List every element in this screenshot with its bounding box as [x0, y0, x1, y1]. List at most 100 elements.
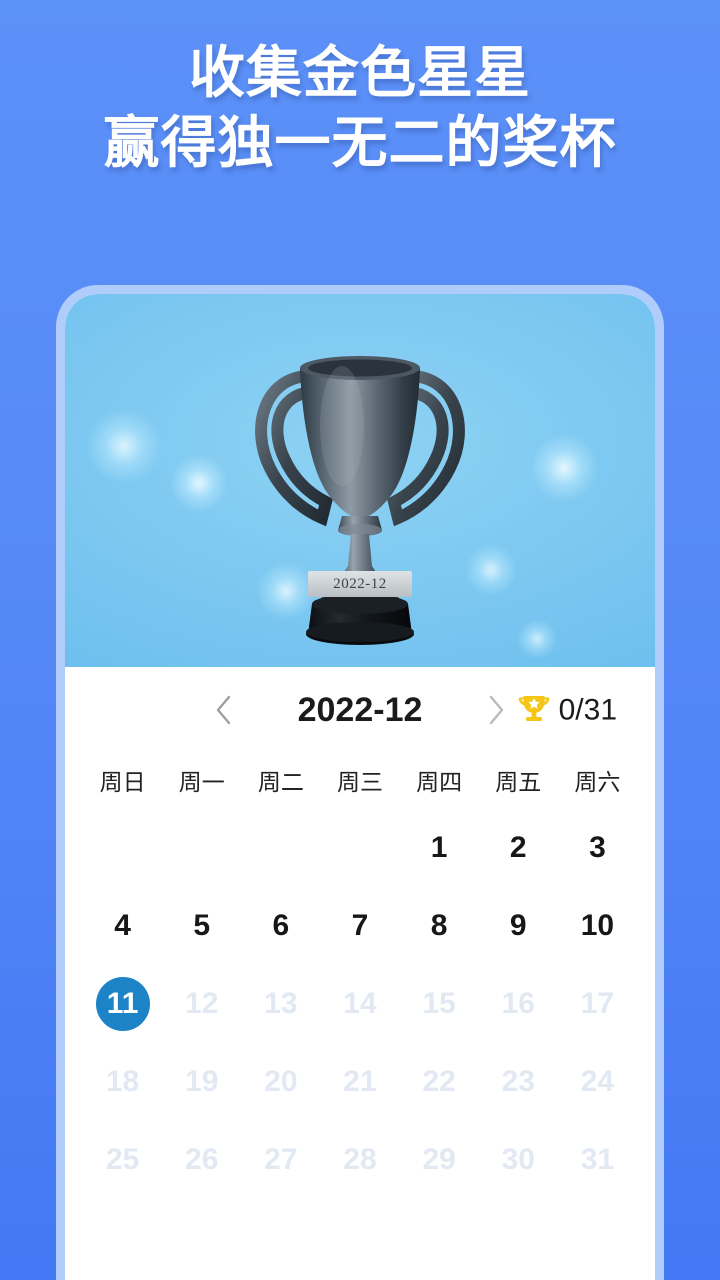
calendar-day-future[interactable]: 23 — [479, 1043, 558, 1121]
calendar-day-future[interactable]: 21 — [320, 1043, 399, 1121]
calendar-day-number: 29 — [422, 1143, 456, 1176]
promo-line-2: 赢得独一无二的奖杯 — [103, 111, 617, 174]
calendar-day-number: 11 — [95, 977, 150, 1031]
calendar-day-number: 31 — [580, 1143, 615, 1176]
calendar-day-number — [333, 821, 387, 875]
calendar-day-number: 26 — [185, 1143, 219, 1176]
calendar-day-number: 23 — [501, 1065, 535, 1098]
calendar-day-cell[interactable]: 8 — [400, 887, 479, 965]
calendar-day-number — [254, 821, 308, 875]
trophy-star-icon — [517, 691, 551, 730]
calendar-day-future[interactable]: 22 — [400, 1043, 479, 1121]
calendar-day-cell[interactable]: 5 — [162, 887, 241, 965]
calendar-header: 2022-12 0/31 — [65, 667, 655, 753]
calendar-day-number: 9 — [509, 909, 527, 942]
calendar-week-row: 4 5 6 7 8 9 10 — [65, 887, 655, 965]
bokeh-light-icon — [170, 454, 228, 512]
calendar-day-number: 13 — [264, 987, 298, 1020]
calendar-day-number: 3 — [589, 831, 606, 864]
calendar-day-number: 28 — [343, 1143, 377, 1176]
star-score-text: 0/31 — [558, 693, 617, 726]
weekday-label: 周一 — [178, 769, 225, 795]
calendar-day-number: 18 — [105, 1065, 140, 1098]
calendar-day-number: 25 — [105, 1143, 140, 1176]
calendar-day-number: 16 — [501, 987, 535, 1020]
weekday-label: 周四 — [416, 769, 463, 795]
calendar-day-cell[interactable]: 1 — [400, 809, 479, 887]
calendar-week-row: 11 12 13 14 15 16 17 — [65, 965, 655, 1043]
calendar-day-number: 2 — [509, 831, 527, 864]
calendar-day-future[interactable]: 24 — [558, 1043, 637, 1121]
calendar-day-future[interactable]: 16 — [479, 965, 558, 1043]
calendar-day-number: 15 — [422, 987, 456, 1020]
calendar-day-number — [96, 821, 150, 875]
calendar-day-number: 6 — [272, 909, 290, 942]
calendar-day-future[interactable]: 31 — [558, 1121, 637, 1199]
calendar-card: 2022-12 0/31 周日 周一 周二 周三 周四 周五 周六 1 2 3 … — [65, 667, 655, 1209]
weekday-label: 周二 — [257, 769, 304, 795]
calendar-grid: 1 2 3 4 5 6 7 8 9 10 11 12 13 14 15 16 17 18 19 20 21 22 23 24 2… — [65, 809, 655, 1199]
calendar-day-number: 14 — [343, 987, 377, 1020]
promo-headline: 收集金色星星 赢得独一无二的奖杯 — [0, 38, 720, 178]
calendar-day-future[interactable]: 27 — [241, 1121, 320, 1199]
calendar-empty-cell — [162, 809, 241, 887]
calendar-day-future[interactable]: 29 — [400, 1121, 479, 1199]
calendar-day-cell[interactable]: 7 — [320, 887, 399, 965]
calendar-day-today[interactable]: 11 — [83, 965, 162, 1043]
calendar-week-row: 25 26 27 28 29 30 31 — [65, 1121, 655, 1199]
weekday-label: 周六 — [574, 769, 621, 795]
calendar-day-future[interactable]: 26 — [162, 1121, 241, 1199]
next-month-button[interactable] — [479, 693, 513, 727]
trophy-plaque-label: 2022-12 — [308, 570, 412, 597]
star-score[interactable]: 0/31 — [517, 691, 617, 730]
calendar-day-number — [175, 821, 229, 875]
phone-screen: 2022-12 2022-12 0/31 周日 周一 周二 周三 周四 周五 周… — [65, 294, 655, 1280]
calendar-day-future[interactable]: 19 — [162, 1043, 241, 1121]
calendar-day-number: 20 — [264, 1065, 298, 1098]
chevron-right-icon — [485, 693, 507, 727]
weekday-header-row: 周日 周一 周二 周三 周四 周五 周六 — [65, 759, 655, 805]
calendar-week-row: 1 2 3 — [65, 809, 655, 887]
calendar-day-cell[interactable]: 9 — [479, 887, 558, 965]
promo-line-1: 收集金色星星 — [189, 41, 531, 104]
calendar-day-cell[interactable]: 4 — [83, 887, 162, 965]
calendar-day-future[interactable]: 13 — [241, 965, 320, 1043]
calendar-day-cell[interactable]: 2 — [479, 809, 558, 887]
calendar-day-future[interactable]: 12 — [162, 965, 241, 1043]
calendar-empty-cell — [241, 809, 320, 887]
calendar-week-row: 18 19 20 21 22 23 24 — [65, 1043, 655, 1121]
calendar-day-future[interactable]: 17 — [558, 965, 637, 1043]
current-month-label: 2022-12 — [297, 690, 423, 729]
calendar-day-future[interactable]: 28 — [320, 1121, 399, 1199]
bokeh-light-icon — [517, 619, 557, 659]
calendar-day-future[interactable]: 15 — [400, 965, 479, 1043]
weekday-label: 周日 — [99, 769, 146, 795]
calendar-day-number: 27 — [264, 1143, 298, 1176]
calendar-empty-cell — [83, 809, 162, 887]
calendar-day-cell[interactable]: 3 — [558, 809, 637, 887]
calendar-day-number: 12 — [185, 987, 219, 1020]
trophy-image: 2022-12 — [230, 316, 490, 646]
bokeh-light-icon — [87, 409, 161, 483]
bokeh-light-icon — [530, 434, 598, 502]
calendar-day-number: 8 — [430, 909, 448, 942]
calendar-day-number: 17 — [580, 987, 615, 1020]
calendar-day-cell[interactable]: 10 — [558, 887, 637, 965]
calendar-day-number: 24 — [580, 1065, 615, 1098]
calendar-day-future[interactable]: 25 — [83, 1121, 162, 1199]
prev-month-button[interactable] — [207, 693, 241, 727]
calendar-day-number: 4 — [114, 909, 131, 942]
trophy-banner: 2022-12 — [65, 294, 655, 667]
calendar-day-number: 7 — [351, 909, 369, 942]
chevron-left-icon — [213, 693, 235, 727]
calendar-day-future[interactable]: 20 — [241, 1043, 320, 1121]
calendar-day-cell[interactable]: 6 — [241, 887, 320, 965]
calendar-day-future[interactable]: 18 — [83, 1043, 162, 1121]
calendar-day-number: 30 — [501, 1143, 535, 1176]
calendar-day-number: 1 — [430, 831, 448, 864]
calendar-day-future[interactable]: 14 — [320, 965, 399, 1043]
calendar-day-future[interactable]: 30 — [479, 1121, 558, 1199]
calendar-day-number: 19 — [185, 1065, 219, 1098]
weekday-label: 周五 — [495, 769, 542, 795]
calendar-day-number: 5 — [193, 909, 211, 942]
